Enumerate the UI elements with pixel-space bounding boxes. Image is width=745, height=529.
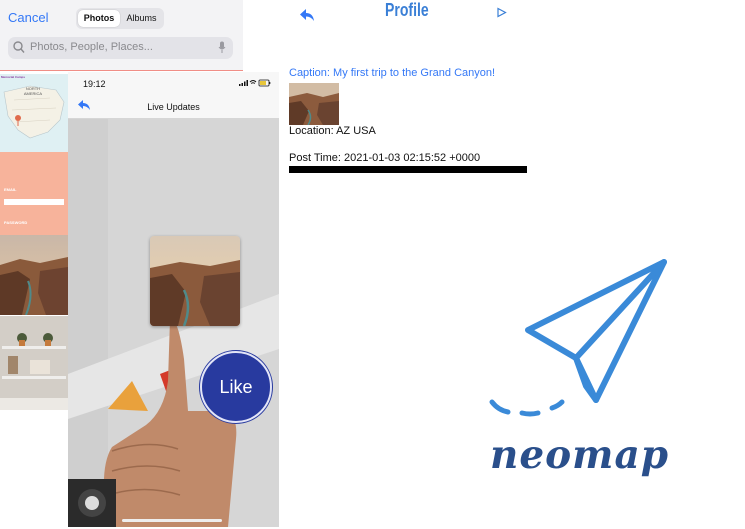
home-indicator — [122, 519, 222, 522]
password-label: PASSWORD — [4, 220, 28, 225]
mic-icon[interactable] — [218, 41, 226, 54]
map-thumbnail-title: Memorial Camps — [1, 75, 26, 79]
like-button[interactable]: Like — [200, 351, 272, 423]
back-arrow-icon[interactable] — [299, 8, 315, 22]
profile-title: Profile — [385, 0, 429, 20]
live-updates-title: Live Updates — [147, 102, 200, 112]
cancel-button[interactable]: Cancel — [8, 10, 48, 25]
signal-icon — [239, 80, 248, 86]
email-field-preview — [4, 199, 64, 205]
thumbnail-canyon[interactable] — [0, 235, 68, 315]
post-divider-bar — [289, 166, 527, 173]
live-updates-screen: 19:12 Live Updates Like — [68, 72, 279, 527]
thumbnail-shelf[interactable] — [0, 316, 68, 398]
map-label: NORTH AMERICA — [23, 86, 43, 96]
tab-photos[interactable]: Photos — [78, 10, 120, 27]
tab-albums[interactable]: Albums — [121, 10, 162, 27]
search-placeholder: Photos, People, Places... — [30, 41, 153, 53]
email-label: EMAIL — [4, 187, 17, 192]
status-time: 19:12 — [83, 79, 106, 89]
post-caption: Caption: My first trip to the Grand Cany… — [289, 67, 496, 79]
play-icon[interactable] — [496, 7, 507, 18]
battery-icon — [258, 79, 271, 87]
thumbnail-login-form[interactable]: EMAIL PASSWORD — [0, 152, 68, 235]
wifi-icon — [249, 80, 257, 84]
post-time: Post Time: 2021-01-03 02:15:52 +0000 — [289, 152, 481, 164]
search-input[interactable]: Photos, People, Places... — [8, 37, 233, 59]
canyon-image — [0, 235, 68, 315]
thumbnail-map[interactable]: Memorial Camps NORTH AMERICA — [0, 74, 68, 152]
camera-view: Like — [68, 119, 279, 527]
post-photo[interactable] — [289, 83, 339, 125]
photos-albums-segmented-control: Photos Albums — [76, 8, 164, 29]
photo-picker-header: Cancel Photos Albums Photos, People, Pla… — [0, 0, 243, 70]
status-bar: 19:12 — [68, 72, 279, 94]
paper-plane-icon — [489, 259, 667, 417]
thumbnail-partial[interactable] — [0, 398, 68, 410]
live-preview-photo — [150, 236, 240, 326]
live-updates-navbar: Live Updates — [68, 94, 279, 119]
status-icons — [239, 79, 271, 87]
shelf-image — [0, 316, 68, 398]
post-location: Location: AZ USA — [289, 125, 376, 137]
search-icon — [13, 41, 25, 53]
picker-divider — [0, 70, 243, 71]
neomap-wordmark: neomap — [490, 432, 669, 478]
